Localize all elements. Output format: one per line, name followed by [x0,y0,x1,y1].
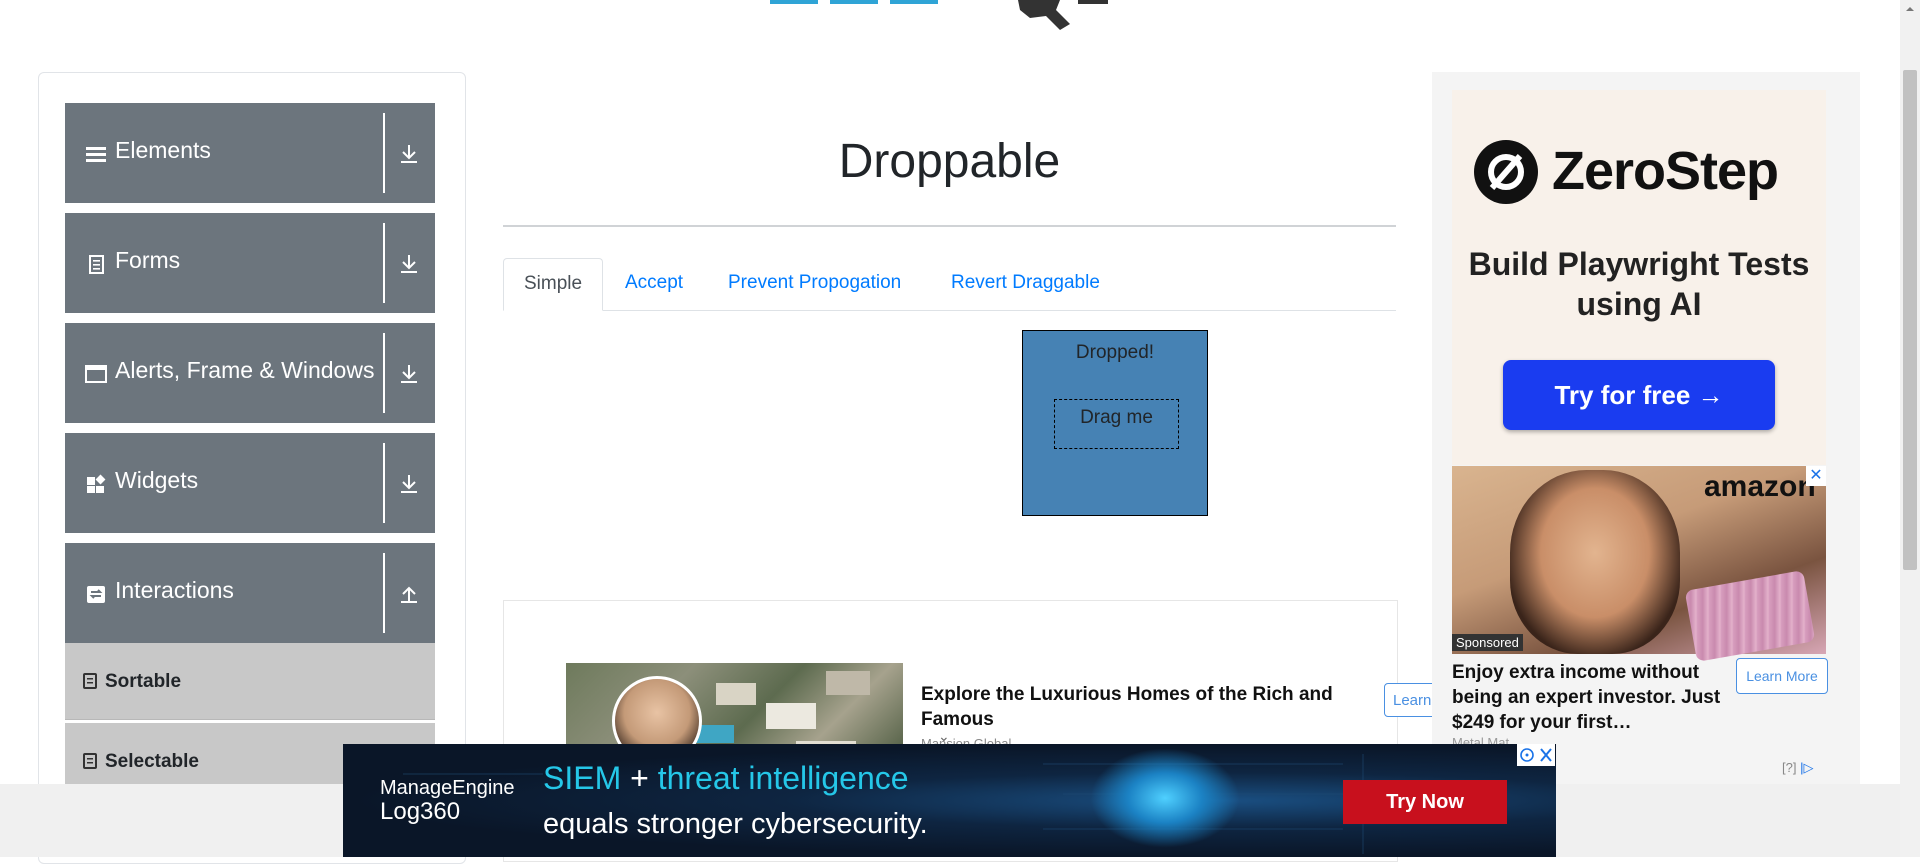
learn-more-button[interactable]: Learn More [1736,658,1828,694]
try-for-free-button[interactable]: Try for free → [1503,360,1775,430]
divider [383,553,385,633]
banner-headline: SIEM + threat intelligence [543,760,909,797]
ad-headline[interactable]: Explore the Luxurious Homes of the Rich … [921,682,1381,732]
scrollbar-thumb[interactable] [1903,70,1917,570]
headline-siem: SIEM [543,760,622,796]
title-divider [503,225,1396,227]
banner-subheadline: equals stronger cybersecurity. [543,808,928,840]
tab-prevent-propogation[interactable]: Prevent Propogation [708,258,921,308]
banner-controls[interactable] [1517,744,1555,766]
zerostep-brand: ZeroStep [1552,141,1779,201]
sidebar-item-sortable[interactable]: Sortable [65,643,435,720]
sidebar-group-label: Widgets [115,467,199,493]
sidebar-group-label: Interactions [115,577,234,603]
document-icon [85,253,107,275]
headline-threat: threat intelligence [657,760,909,796]
sidebar-group-label: Elements [115,137,211,163]
item-icon [83,673,97,689]
item-icon [83,753,97,769]
site-logo[interactable] [760,0,1160,32]
sidebar-group-alerts[interactable]: Alerts, Frame & Windows [65,323,435,423]
download-arrow-icon[interactable] [399,253,419,275]
window-icon [85,363,107,385]
sidebar-group-elements[interactable]: Elements [65,103,435,203]
sidebar-group-widgets[interactable]: Widgets [65,433,435,533]
interactions-icon [85,583,107,605]
amazon-logo: amazon [1704,470,1816,503]
sponsored-badge: Sponsored [1452,634,1523,651]
adchoices-label: [?] [1782,760,1797,775]
divider [383,223,385,303]
sidebar-group-forms[interactable]: Forms [65,213,435,313]
sidebar-item-label: Sortable [105,671,182,692]
droppable-status-text: Dropped! [1075,342,1155,363]
amazon-ad-text[interactable]: Enjoy extra income without being an expe… [1452,660,1722,735]
widgets-icon [85,473,107,495]
tab-accept[interactable]: Accept [605,258,703,308]
sidebar-group-interactions[interactable]: Interactions [65,543,435,643]
sidebar-group-label: Alerts, Frame & Windows [115,357,375,383]
tab-simple[interactable]: Simple [503,258,604,311]
download-arrow-icon[interactable] [399,473,419,495]
manageengine-logo: ManageEngine [380,777,515,799]
sidebar-item-label: Selectable [105,751,199,772]
try-now-button[interactable]: Try Now [1343,780,1507,824]
tab-bar: Simple Accept Prevent Propogation Revert… [503,258,1396,311]
adchoices-icon [1520,748,1534,762]
draggable-label: Drag me [1080,407,1153,428]
ad-model-image [1510,470,1680,654]
product-name: Log360 [380,798,461,825]
download-arrow-icon[interactable] [399,143,419,165]
hamburger-icon [85,143,107,165]
headline-plus: + [630,760,649,796]
adchoices-arrow-icon: |▷ [1800,760,1814,775]
tab-revert-draggable[interactable]: Revert Draggable [931,258,1120,308]
page-title: Droppable [838,135,1061,188]
chevron-down-icon[interactable]: ⌄ [938,728,950,745]
divider [383,443,385,523]
divider [383,333,385,413]
adchoices-icon[interactable]: [?] |▷ [1782,760,1813,776]
zerostep-logo-icon [1472,138,1540,206]
close-icon [1540,748,1552,762]
scroll-up-arrow-icon[interactable] [1900,0,1920,18]
close-icon[interactable]: ✕ [1806,466,1826,486]
upload-arrow-icon[interactable] [399,583,419,605]
download-arrow-icon[interactable] [399,363,419,385]
brain-graphic [1090,748,1240,848]
divider [383,113,385,193]
sidebar-group-label: Forms [115,247,181,273]
zerostep-tagline: Build Playwright Tests using AI [1468,246,1810,322]
